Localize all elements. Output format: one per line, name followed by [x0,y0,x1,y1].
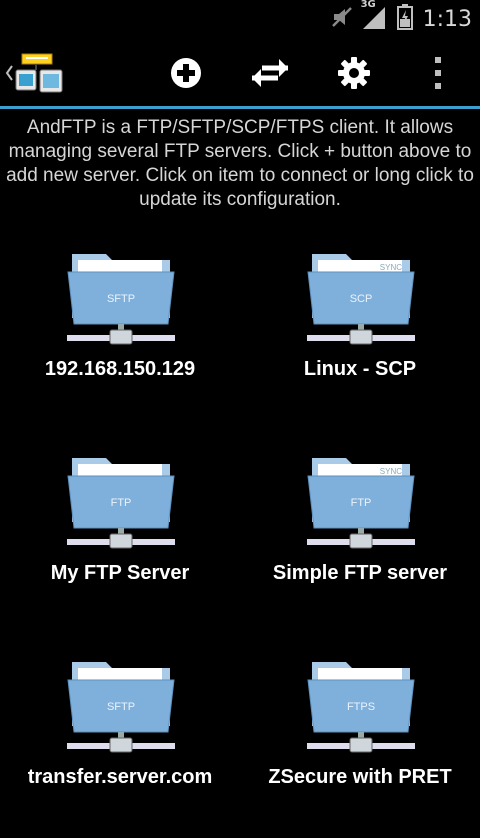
network-type: 3G [360,0,376,10]
server-item[interactable]: SFTP 192.168.150.129 [0,230,240,430]
server-name: Simple FTP server [272,562,448,584]
server-item[interactable]: FTPS ZSecure with PRET [240,638,480,838]
server-item[interactable]: FTP My FTP Server [0,434,240,634]
clock: 1:13 [422,6,472,32]
server-folder-icon: SFTP [67,662,175,753]
server-item[interactable]: SYNC FTP Simple FTP server [240,434,480,634]
protocol-label: SFTP [107,701,135,713]
settings-button[interactable] [324,48,384,98]
server-folder-icon: FTP [67,458,175,549]
transfer-arrows-icon [252,59,288,87]
protocol-label: SCP [350,293,373,305]
server-folder-icon: SYNC FTP [307,458,415,549]
server-name: My FTP Server [50,562,190,584]
sync-label: SYNC [380,263,402,272]
overflow-menu-button[interactable] [408,48,468,98]
server-item[interactable]: SFTP transfer.server.com [0,638,240,838]
protocol-label: FTP [111,497,132,509]
sync-label: SYNC [380,467,402,476]
server-name: Linux - SCP [303,358,417,380]
gear-icon [338,57,370,89]
protocol-label: FTPS [347,701,375,713]
signal-icon: 3G [361,0,387,33]
server-folder-icon: FTPS [307,662,415,753]
overflow-menu-icon [435,57,441,89]
status-icons: 3G 1:13 [331,0,472,34]
server-name: transfer.server.com [27,766,213,788]
battery-icon [396,4,413,34]
add-server-button[interactable] [156,48,216,98]
transfer-button[interactable] [240,48,300,98]
muted-speaker-icon [331,5,353,33]
server-name: ZSecure with PRET [268,766,452,788]
server-folder-icon: SFTP [67,254,175,345]
action-bar-divider [0,106,480,109]
add-circle-icon [171,58,201,88]
protocol-label: SFTP [107,293,135,305]
server-folder-icon: SYNC SCP [307,254,415,345]
protocol-label: FTP [351,497,372,509]
app-logo-icon [5,53,63,93]
app-home-button[interactable] [4,48,70,98]
server-name: 192.168.150.129 [44,358,196,380]
server-item[interactable]: SYNC SCP Linux - SCP [240,230,480,430]
status-bar: 3G 1:13 [0,0,480,38]
intro-text: AndFTP is a FTP/SFTP/SCP/FTPS client. It… [6,117,474,210]
